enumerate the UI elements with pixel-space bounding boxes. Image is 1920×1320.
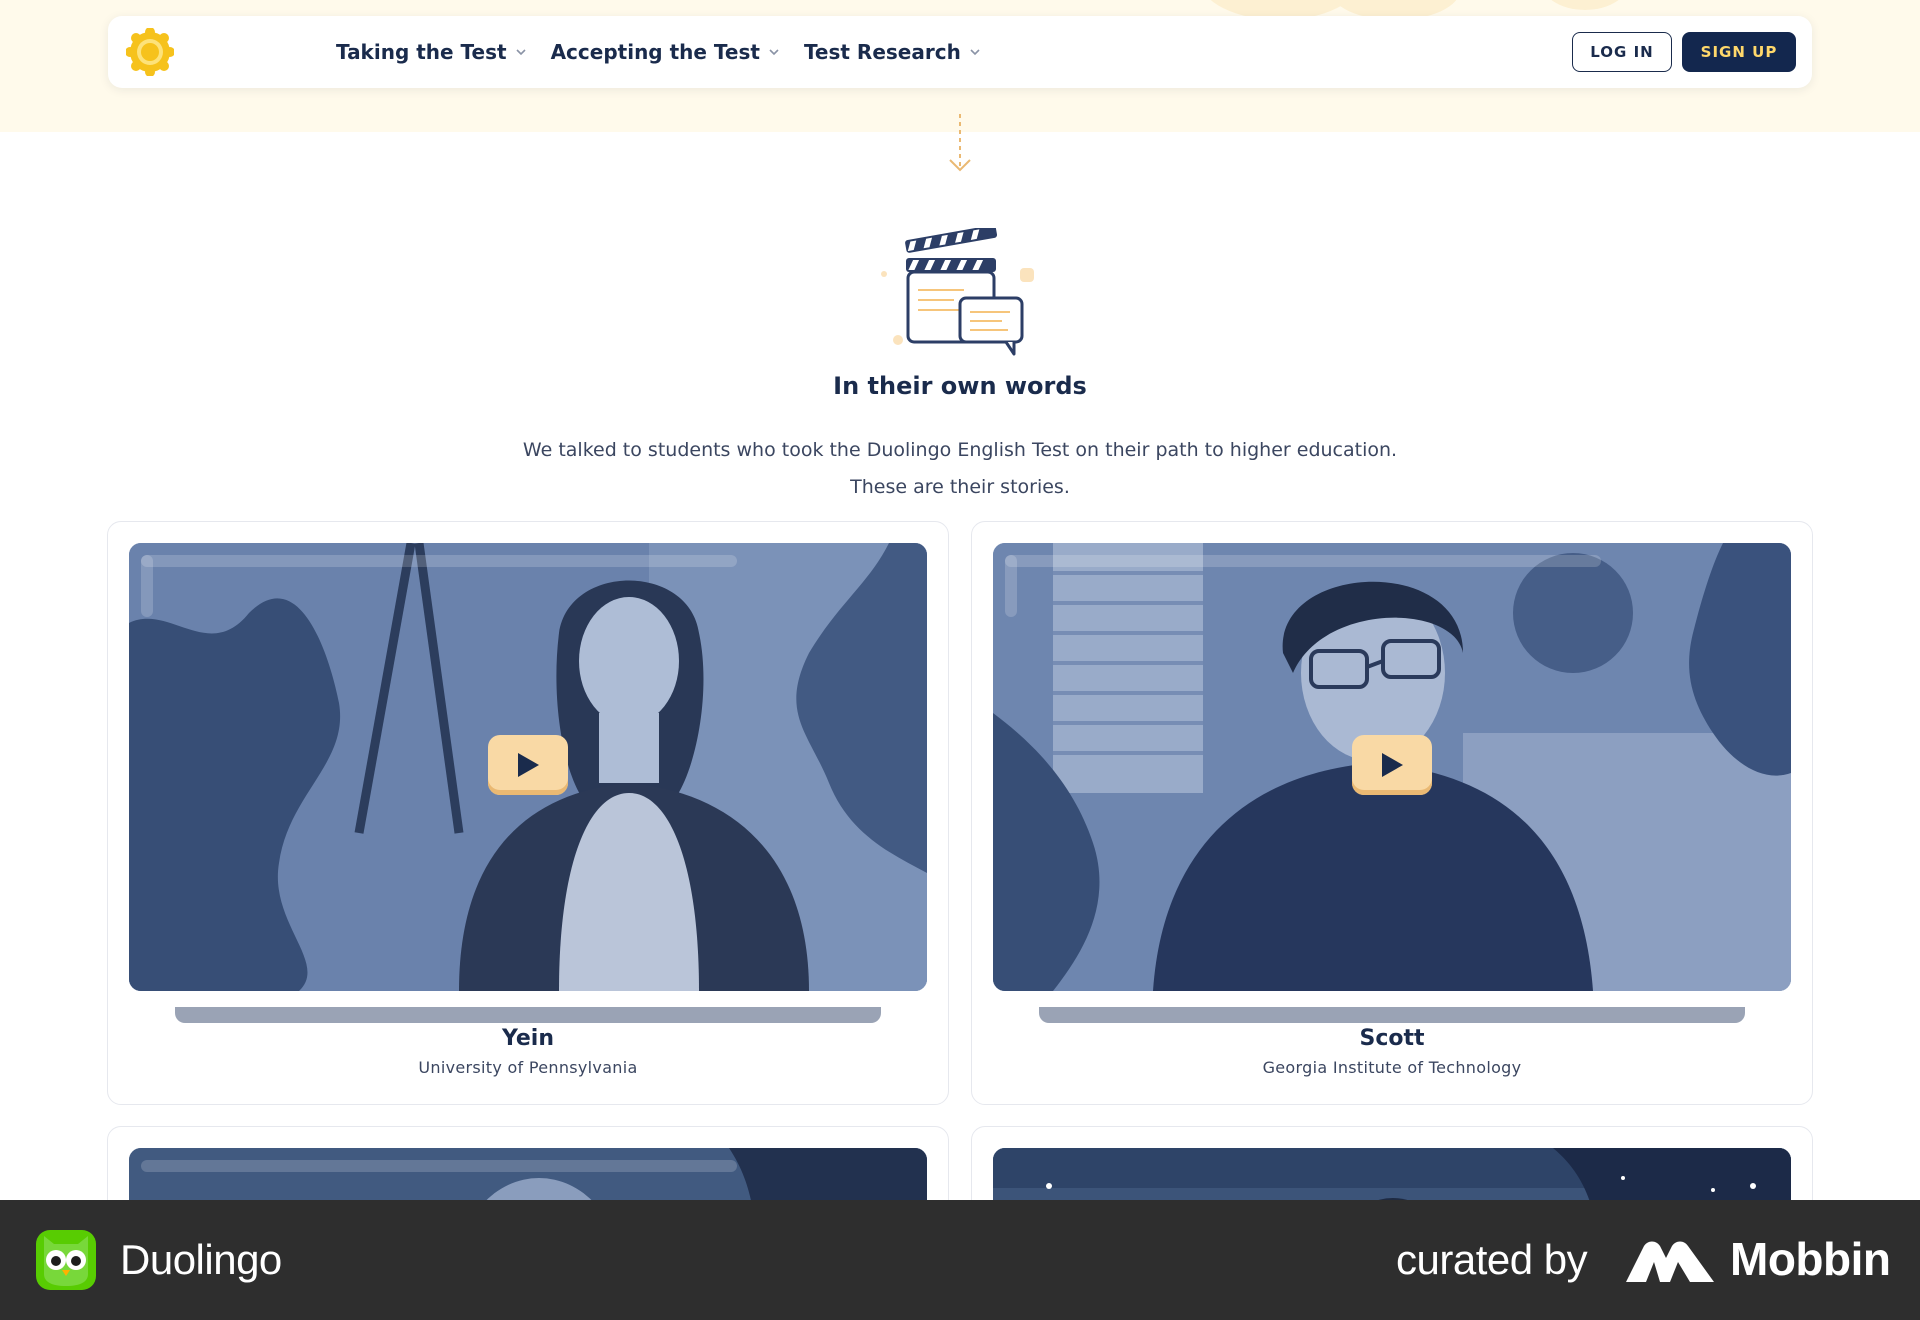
top-navigation: Taking the Test Accepting the Test Test … bbox=[108, 16, 1812, 88]
section-description-line: These are their stories. bbox=[850, 476, 1070, 498]
nav-accepting-the-test[interactable]: Accepting the Test bbox=[551, 40, 780, 64]
mobbin-logo-icon bbox=[1626, 1241, 1714, 1282]
down-arrow-icon bbox=[949, 114, 971, 172]
story-name: Yein bbox=[501, 1026, 555, 1051]
duolingo-owl-icon bbox=[36, 1230, 96, 1290]
clapperboard-illustration-icon bbox=[881, 228, 1034, 356]
nav-test-research[interactable]: Test Research bbox=[804, 40, 981, 64]
video-thumbnail-shadow bbox=[1039, 1007, 1745, 1023]
section-description-line: We talked to students who took the Duoli… bbox=[522, 439, 1398, 461]
nav-links: Taking the Test Accepting the Test Test … bbox=[336, 16, 981, 88]
video-thumbnail[interactable] bbox=[129, 543, 927, 1023]
section-title: In their own words bbox=[833, 372, 1087, 400]
nav-link-label: Test Research bbox=[803, 40, 961, 64]
play-icon bbox=[1382, 753, 1403, 777]
nav-taking-the-test[interactable]: Taking the Test bbox=[336, 40, 527, 68]
story-card[interactable]: Scott Georgia Institute of Technology bbox=[971, 521, 1813, 1105]
chevron-down-icon bbox=[970, 49, 980, 56]
footer-brand: Duolingo bbox=[120, 1236, 282, 1283]
duolingo-test-logo-icon[interactable] bbox=[125, 27, 175, 77]
story-name: Scott bbox=[1359, 1026, 1425, 1051]
chevron-down-icon bbox=[769, 49, 779, 56]
signup-button[interactable]: SIGN UP bbox=[1682, 32, 1796, 72]
story-school: University of Pennsylvania bbox=[418, 1058, 638, 1077]
footer-bar: Duolingo curated by Mobbin bbox=[0, 1200, 1920, 1320]
play-button[interactable] bbox=[488, 735, 568, 795]
chevron-down-icon bbox=[516, 49, 526, 56]
section-description: We talked to students who took the Duoli… bbox=[0, 432, 1920, 506]
login-button[interactable]: LOG IN bbox=[1572, 32, 1672, 72]
story-card[interactable]: Yein University of Pennsylvania bbox=[107, 521, 949, 1105]
video-thumbnail[interactable] bbox=[993, 543, 1791, 1023]
nav-link-label: Accepting the Test bbox=[550, 40, 760, 64]
curator-name: Mobbin bbox=[1730, 1233, 1891, 1285]
play-icon bbox=[518, 753, 539, 777]
play-button[interactable] bbox=[1352, 735, 1432, 795]
nav-link-label: Taking the Test bbox=[336, 40, 507, 64]
video-thumbnail-shadow bbox=[175, 1007, 881, 1023]
story-school: Georgia Institute of Technology bbox=[1262, 1058, 1522, 1077]
curated-by-label: curated by bbox=[1396, 1236, 1588, 1283]
